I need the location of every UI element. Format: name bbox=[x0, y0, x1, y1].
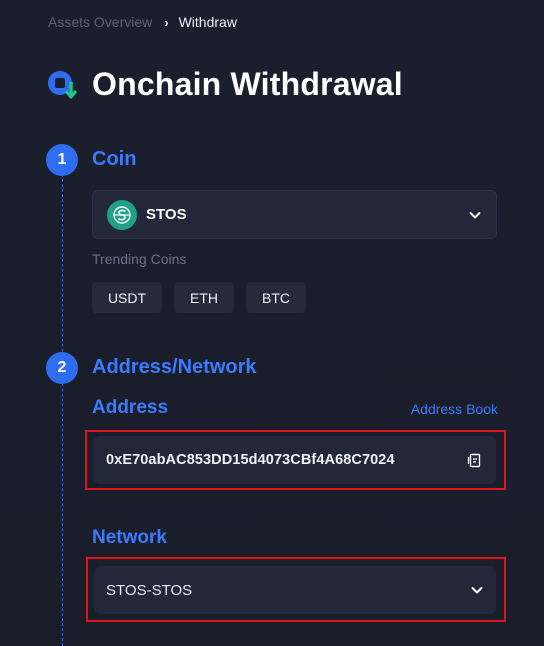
breadcrumb-current: Withdraw bbox=[178, 14, 237, 30]
step-2-label: Address/Network bbox=[92, 356, 257, 378]
chevron-down-icon bbox=[469, 211, 481, 218]
step-1-circle: 1 bbox=[46, 144, 78, 176]
step-1-label: Coin bbox=[92, 148, 137, 170]
address-label: Address bbox=[92, 397, 169, 418]
stos-coin-icon bbox=[107, 199, 137, 230]
address-book-link[interactable]: Address Book bbox=[411, 401, 498, 417]
breadcrumb-separator-icon: › bbox=[164, 14, 169, 30]
page-title: Onchain Withdrawal bbox=[92, 66, 403, 102]
step-connector-line bbox=[62, 174, 63, 646]
coin-select[interactable]: STOS bbox=[92, 190, 497, 239]
withdraw-logo-icon bbox=[48, 70, 78, 98]
chevron-down-icon bbox=[471, 587, 483, 594]
paste-icon[interactable] bbox=[466, 451, 484, 469]
trending-chip-usdt[interactable]: USDT bbox=[92, 282, 162, 313]
withdraw-page: Assets Overview › Withdraw Onchain Withd… bbox=[0, 0, 544, 646]
trending-coins-label: Trending Coins bbox=[92, 251, 187, 267]
address-value: 0xE70abAC853DD15d4073CBf4A68C7024 bbox=[106, 452, 395, 468]
selected-network: STOS-STOS bbox=[106, 581, 193, 599]
trending-chip-btc[interactable]: BTC bbox=[246, 282, 306, 313]
step-2-circle: 2 bbox=[46, 352, 78, 384]
trending-chip-eth[interactable]: ETH bbox=[174, 282, 234, 313]
selected-coin: STOS bbox=[146, 206, 187, 223]
breadcrumb-assets-overview[interactable]: Assets Overview bbox=[48, 14, 152, 30]
network-label: Network bbox=[92, 527, 167, 548]
page-header: Onchain Withdrawal bbox=[46, 66, 403, 103]
address-input[interactable]: 0xE70abAC853DD15d4073CBf4A68C7024 bbox=[94, 436, 496, 484]
breadcrumb: Assets Overview › Withdraw bbox=[48, 14, 237, 30]
network-select[interactable]: STOS-STOS bbox=[94, 566, 496, 614]
